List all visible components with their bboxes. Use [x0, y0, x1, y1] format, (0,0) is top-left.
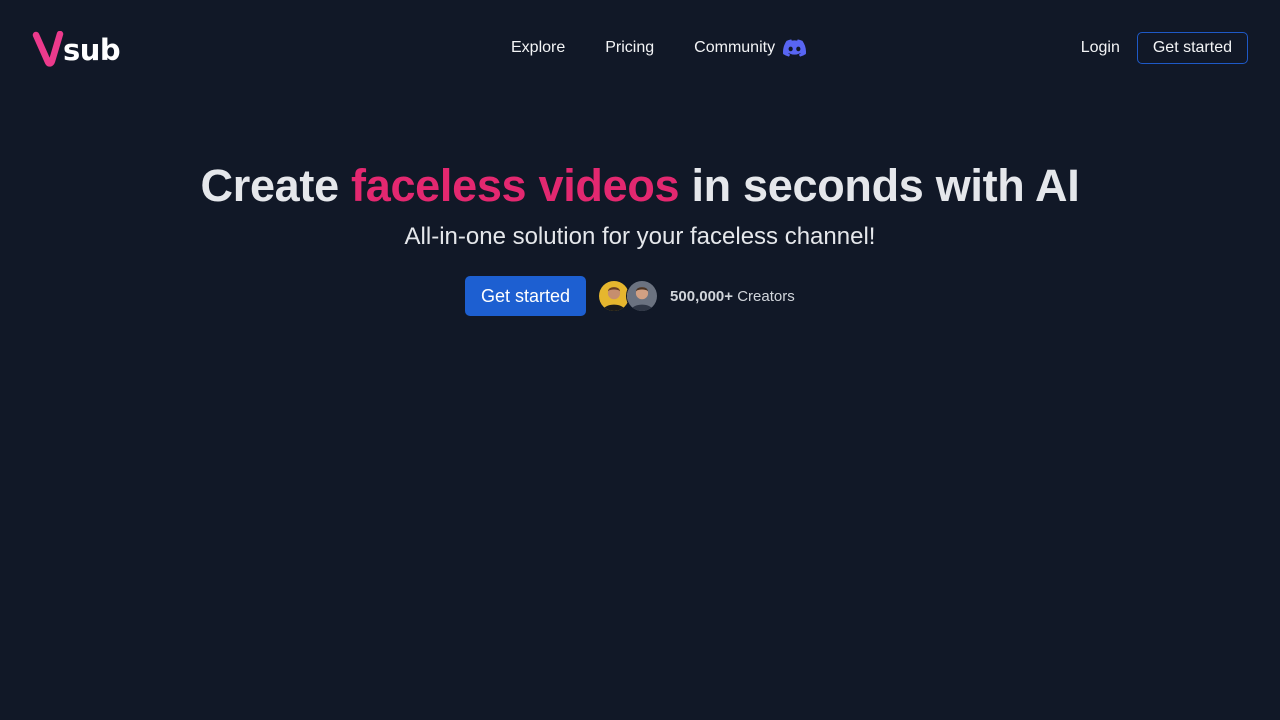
- creators-count: 500,000+: [670, 287, 734, 305]
- hero-cta-row: Get started 500,000+ Creators: [465, 276, 795, 316]
- headline-part-2: in seconds with AI: [691, 160, 1080, 211]
- logo-v-icon: [32, 31, 64, 67]
- hero: Create faceless videos in seconds with A…: [0, 158, 1280, 254]
- creators-label: Creators: [737, 287, 795, 305]
- header: sub Explore Pricing Community Login Get …: [0, 0, 1280, 95]
- logo[interactable]: sub: [32, 30, 121, 68]
- header-get-started-button[interactable]: Get started: [1136, 32, 1248, 64]
- login-link[interactable]: Login: [1081, 32, 1120, 64]
- nav-community-label: Community: [694, 39, 776, 56]
- main-nav: Explore Pricing Community: [511, 36, 807, 60]
- headline-part-1: Create: [200, 160, 340, 211]
- hero-get-started-button[interactable]: Get started: [465, 276, 587, 316]
- nav-community[interactable]: Community: [694, 36, 807, 60]
- headline-accent: faceless videos: [351, 160, 680, 211]
- creator-avatars: [598, 280, 659, 312]
- creators-count-text: 500,000+ Creators: [670, 288, 795, 305]
- discord-icon: [783, 39, 807, 57]
- nav-pricing[interactable]: Pricing: [605, 36, 654, 60]
- avatar: [626, 280, 659, 312]
- hero-headline: Create faceless videos in seconds with A…: [0, 158, 1280, 214]
- hero-subheadline: All-in-one solution for your faceless ch…: [404, 223, 876, 250]
- auth-actions: Login Get started: [1081, 32, 1248, 64]
- logo-text: sub: [63, 33, 121, 67]
- page: sub Explore Pricing Community Login Get …: [0, 0, 1280, 720]
- nav-explore[interactable]: Explore: [511, 36, 565, 60]
